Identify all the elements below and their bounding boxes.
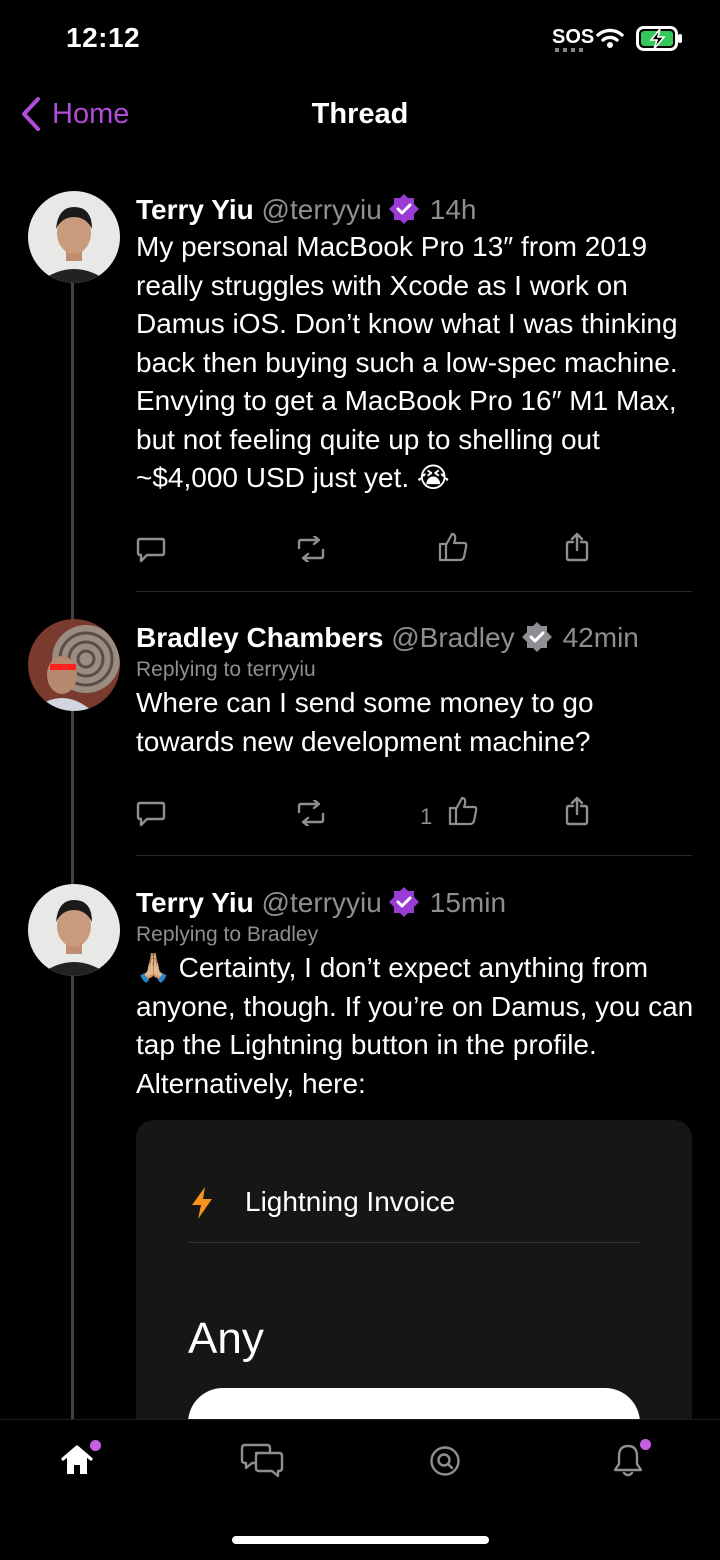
post-time: 14h: [429, 194, 477, 225]
sos-indicator: SOS: [552, 26, 595, 48]
avatar-terry[interactable]: [28, 191, 120, 283]
lightning-bolt-icon: [192, 1187, 212, 1219]
avatar-bradley[interactable]: [28, 619, 120, 711]
home-icon[interactable]: [60, 1444, 94, 1476]
avatar-terry[interactable]: [28, 884, 120, 976]
battery-icon: [636, 26, 682, 51]
wifi-icon: [596, 28, 624, 48]
page-title: Thread: [311, 98, 409, 130]
home-indicator[interactable]: [232, 1536, 489, 1544]
post-time: 42min: [562, 622, 639, 653]
thread-line: [71, 278, 74, 1420]
invoice-title: Lightning Invoice: [245, 1186, 456, 1217]
post-text: 🙏🏼 Certainty, I don’t expect anything fr…: [136, 952, 694, 1099]
verified-badge-icon: [388, 887, 419, 917]
post-time: 15min: [429, 887, 507, 918]
like-count: 1: [420, 804, 433, 829]
post-divider: [136, 591, 692, 592]
home-badge-dot: [90, 1440, 101, 1451]
author-handle[interactable]: @terryyiu: [262, 194, 382, 225]
search-icon[interactable]: [429, 1445, 461, 1477]
dms-icon[interactable]: [240, 1442, 284, 1478]
post-header: Terry Yiu @terryyiu 14h: [136, 193, 476, 227]
share-icon[interactable]: [565, 796, 589, 826]
notifications-badge-dot: [640, 1439, 651, 1450]
signal-dots: [555, 48, 587, 52]
invoice-divider: [188, 1242, 640, 1243]
like-icon[interactable]: [447, 794, 479, 826]
share-icon[interactable]: [565, 532, 589, 562]
reply-icon[interactable]: [136, 800, 166, 828]
post-divider: [136, 855, 692, 856]
like-icon[interactable]: [437, 530, 469, 562]
post-header: Terry Yiu @terryyiu 15min: [136, 886, 506, 920]
post-text: Where can I send some money to go toward…: [136, 687, 594, 757]
author-name[interactable]: Terry Yiu: [136, 887, 254, 918]
invoice-amount: Any: [188, 1314, 264, 1363]
verified-badge-icon: [521, 622, 552, 652]
author-name[interactable]: Terry Yiu: [136, 194, 254, 225]
reply-icon[interactable]: [136, 536, 166, 564]
verified-badge-icon: [388, 194, 419, 224]
replying-to[interactable]: Replying to terryyiu: [136, 658, 316, 682]
replying-to[interactable]: Replying to Bradley: [136, 923, 318, 947]
post-header: Bradley Chambers @Bradley 42min: [136, 621, 639, 655]
author-handle[interactable]: @Bradley: [391, 622, 514, 653]
author-handle[interactable]: @terryyiu: [262, 887, 382, 918]
repost-icon[interactable]: [296, 536, 326, 562]
author-name[interactable]: Bradley Chambers: [136, 622, 383, 653]
repost-icon[interactable]: [296, 800, 326, 826]
status-time: 12:12: [66, 22, 141, 53]
post-text: My personal MacBook Pro 13″ from 2019 re…: [136, 231, 678, 493]
notifications-icon[interactable]: [613, 1443, 643, 1477]
